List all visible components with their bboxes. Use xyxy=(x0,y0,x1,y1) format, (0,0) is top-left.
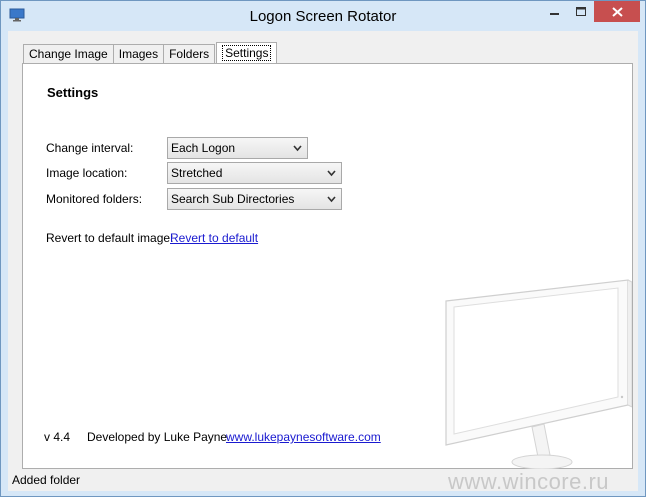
revert-to-default-link[interactable]: Revert to default xyxy=(170,231,258,245)
tab-strip: Change Image Images Folders Settings xyxy=(23,42,278,63)
settings-panel: Settings Change interval: Each Logon Ima… xyxy=(22,63,633,470)
chevron-down-icon xyxy=(327,170,336,177)
revert-label: Revert to default image: xyxy=(46,231,174,245)
close-icon xyxy=(611,6,623,17)
tab-images[interactable]: Images xyxy=(112,44,165,63)
tab-label: Settings xyxy=(222,45,272,61)
client-area: Change Image Images Folders Settings Set… xyxy=(8,31,638,494)
monitored-folders-label: Monitored folders: xyxy=(46,192,143,206)
maximize-button[interactable] xyxy=(568,1,594,22)
monitor-illustration xyxy=(445,279,632,470)
tab-settings[interactable]: Settings xyxy=(216,42,278,63)
title-bar[interactable]: Logon Screen Rotator xyxy=(1,1,645,31)
version-text: v 4.4 xyxy=(44,430,71,444)
image-location-dropdown[interactable]: Stretched xyxy=(167,162,342,184)
close-button[interactable] xyxy=(594,1,640,22)
status-bar: Added folder www.wincore.ru xyxy=(8,469,638,494)
website-link[interactable]: www.lukepaynesoftware.com xyxy=(226,430,381,444)
change-interval-dropdown[interactable]: Each Logon xyxy=(167,137,308,159)
watermark: www.wincore.ru xyxy=(448,469,610,494)
developer-text: Developed by Luke Payne xyxy=(87,430,228,444)
change-interval-value: Each Logon xyxy=(171,141,236,155)
image-location-label: Image location: xyxy=(46,166,128,180)
settings-heading: Settings xyxy=(47,85,99,100)
status-text: Added folder xyxy=(12,473,81,487)
minimize-icon xyxy=(549,12,559,15)
tab-label: Change Image xyxy=(29,47,108,61)
maximize-icon xyxy=(576,6,586,16)
monitored-folders-dropdown[interactable]: Search Sub Directories xyxy=(167,188,342,210)
chevron-down-icon xyxy=(327,196,336,203)
monitored-folders-value: Search Sub Directories xyxy=(171,192,295,206)
image-location-value: Stretched xyxy=(171,166,223,180)
tab-change-image[interactable]: Change Image xyxy=(23,44,114,63)
tab-folders[interactable]: Folders xyxy=(163,44,216,63)
change-interval-label: Change interval: xyxy=(46,141,134,155)
chevron-down-icon xyxy=(293,145,302,152)
minimize-button[interactable] xyxy=(541,1,568,22)
tab-label: Images xyxy=(118,47,159,61)
tab-label: Folders xyxy=(169,47,210,61)
app-window: Logon Screen Rotator Change Image Images… xyxy=(0,0,646,497)
